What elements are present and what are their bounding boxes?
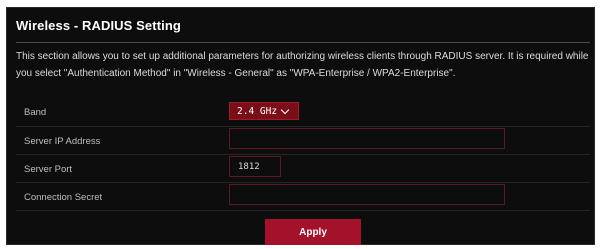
connection-secret-input[interactable] [229, 184, 505, 205]
title-divider [16, 42, 590, 43]
row-divider [16, 182, 590, 183]
page-description: This section allows you to set up additi… [16, 51, 589, 79]
server-port-input[interactable] [229, 156, 281, 177]
row-divider [16, 154, 590, 155]
server-ip-input[interactable] [229, 128, 505, 149]
server-ip-label: Server IP Address [24, 136, 101, 147]
band-select-value: 2.4 GHz [237, 105, 278, 117]
apply-button[interactable]: Apply [265, 219, 361, 245]
band-select[interactable]: 2.4 GHz [229, 102, 299, 120]
server-port-label: Server Port [24, 164, 73, 175]
row-divider [16, 126, 590, 127]
radius-settings-panel: Wireless - RADIUS Setting This section a… [6, 7, 595, 245]
connection-secret-label: Connection Secret [24, 192, 103, 203]
row-divider [16, 210, 590, 211]
page-title: Wireless - RADIUS Setting [16, 18, 181, 33]
band-label: Band [24, 107, 47, 118]
chevron-down-icon [280, 105, 290, 114]
